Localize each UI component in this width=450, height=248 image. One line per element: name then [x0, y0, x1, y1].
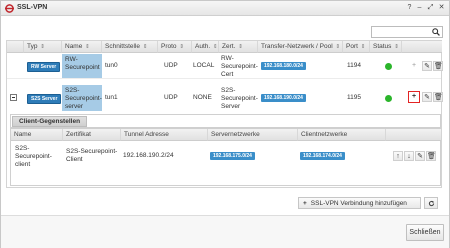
ssl-vpn-window: SSL-VPN ? – ⤢ ✕ Typ ⇕ Name ⇕ Schnittstel…	[0, 0, 450, 248]
row-proto: UDP	[164, 94, 178, 101]
column-header-expander	[7, 41, 24, 53]
title-bar: SSL-VPN ? – ⤢ ✕	[1, 1, 449, 16]
client-header-tunnel[interactable]: Tunnel Adresse	[121, 129, 208, 141]
add-client-button[interactable]: +	[408, 91, 420, 103]
table-row[interactable]: RW Server RW- Securepoint tun0 UDP LOCAL …	[7, 54, 443, 79]
client-cert: S2S-Securepoint- Client	[66, 148, 118, 163]
row-port: 1194	[347, 62, 361, 69]
client-header-server-networks[interactable]: Servernetzwerke	[208, 129, 298, 141]
client-peers-panel: Client-Gegenstellen Name Zertifikat Tunn…	[10, 114, 441, 186]
column-header-auth[interactable]: Auth. ⇕	[192, 41, 219, 53]
close-button[interactable]: Schließen	[406, 224, 444, 241]
close-icon[interactable]: ✕	[437, 3, 446, 13]
add-client-button[interactable]: +	[409, 61, 419, 71]
plus-icon: +	[303, 200, 307, 207]
column-header-status[interactable]: Status ⇕	[370, 41, 402, 53]
server-network-badge: 192.168.175.0/24	[210, 152, 255, 160]
delete-client-button[interactable]: 🗑	[426, 151, 436, 161]
column-header-interface[interactable]: Schnittstelle ⇕	[102, 41, 158, 53]
table-row[interactable]: S2S- Securepoint-client S2S-Securepoint- C…	[11, 142, 440, 170]
column-header-cert[interactable]: Zert. ⇕	[219, 41, 258, 53]
search-icon	[432, 28, 440, 36]
status-online-icon	[385, 95, 392, 102]
window-title: SSL-VPN	[17, 4, 48, 11]
refresh-icon	[428, 200, 434, 207]
edit-button[interactable]: ✎	[422, 61, 432, 71]
row-interface: tun1	[105, 94, 118, 101]
client-header-cert[interactable]: Zertifikat	[63, 129, 121, 141]
move-up-button[interactable]: ↑	[393, 151, 403, 161]
column-header-name[interactable]: Name ⇕	[62, 41, 102, 53]
type-badge: RW Server	[27, 62, 61, 72]
column-header-proto[interactable]: Proto ⇕	[158, 41, 192, 53]
maximize-icon[interactable]: ⤢	[426, 3, 435, 13]
type-badge: S2S Server	[27, 94, 62, 104]
tab-client-peers[interactable]: Client-Gegenstellen	[12, 116, 88, 127]
client-header-client-networks[interactable]: Clientnetzwerke	[298, 129, 386, 141]
refresh-button[interactable]	[424, 197, 438, 209]
column-header-type[interactable]: Typ ⇕	[24, 41, 62, 53]
add-ssl-vpn-connection-button[interactable]: + SSL-VPN Verbindung hinzufügen	[298, 197, 421, 209]
column-header-actions	[402, 41, 442, 53]
row-cert: S2S- Securepoint- Server	[221, 87, 258, 110]
client-header-name[interactable]: Name	[11, 129, 63, 141]
client-name: S2S- Securepoint-client	[15, 145, 52, 168]
row-name: S2S- Securepoint-server	[62, 85, 102, 111]
row-auth: LOCAL	[193, 62, 215, 69]
delete-button[interactable]: 🗑	[433, 92, 443, 102]
delete-button[interactable]: 🗑	[433, 61, 443, 71]
table-row[interactable]: S2S Server S2S- Securepoint-server tun1 U…	[7, 85, 443, 111]
securepoint-logo-icon	[5, 4, 14, 13]
transfer-network-badge: 192.168.190.0/24	[261, 94, 306, 102]
client-header-actions	[386, 129, 441, 141]
row-port: 1195	[347, 94, 361, 101]
client-tunnel-address: 192.168.190.2/24	[123, 152, 174, 159]
minimize-icon[interactable]: –	[415, 3, 424, 13]
column-header-transfer[interactable]: Transfer-Netzwerk / Pool ⇕	[258, 41, 343, 53]
column-header-port[interactable]: Port ⇕	[343, 41, 370, 53]
search-input[interactable]	[371, 26, 443, 38]
server-table: Typ ⇕ Name ⇕ Schnittstelle ⇕ Proto ⇕ Aut…	[6, 40, 443, 188]
client-network-badge: 192.168.174.0/24	[300, 152, 345, 160]
dialog-footer	[1, 215, 449, 248]
row-name: RW- Securepoint	[62, 54, 102, 78]
transfer-network-badge: 192.168.180.0/24	[261, 62, 306, 70]
row-cert: RW- Securepoint- Cert	[221, 55, 258, 78]
row-auth: NONE	[193, 94, 212, 101]
edit-client-button[interactable]: ✎	[415, 151, 425, 161]
row-interface: tun0	[105, 62, 118, 69]
move-down-button[interactable]: ↓	[404, 151, 414, 161]
edit-button[interactable]: ✎	[422, 92, 432, 102]
help-icon[interactable]: ?	[405, 3, 414, 13]
status-online-icon	[385, 63, 392, 70]
row-proto: UDP	[164, 62, 178, 69]
